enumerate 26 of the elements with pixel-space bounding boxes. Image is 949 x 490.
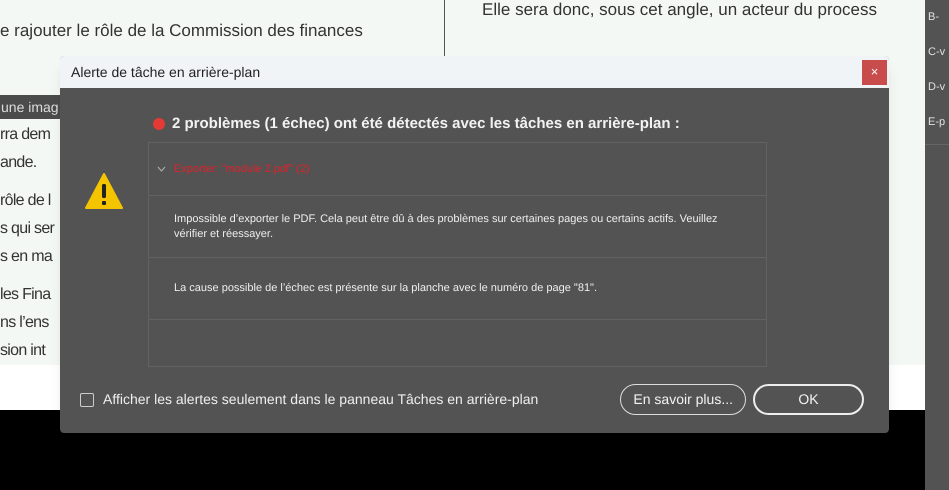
document-text: s en ma	[0, 247, 52, 267]
document-text: ande.	[0, 153, 37, 173]
document-text: Elle sera donc, sous cet angle, un acteur du process	[482, 0, 878, 20]
document-text: les Fina	[0, 285, 50, 305]
document-text: rra dem	[0, 125, 50, 145]
side-panel-item[interactable]: B-	[925, 0, 949, 35]
error-dot-icon	[153, 118, 165, 130]
message-text: Impossible d’exporter le PDF. Cela peut être dû à des problèmes sur certaines pages ou certains actifs. Veuillez vérifier et réessayer.	[174, 212, 719, 242]
alert-heading: 2 problèmes (1 échec) ont été détectés avec les tâches en arrière-plan :	[172, 114, 680, 134]
side-panel-item[interactable]: C-v	[925, 35, 949, 70]
close-button[interactable]: ×	[862, 60, 887, 85]
warning-icon	[85, 172, 123, 210]
message-text: La cause possible de l’échec est présente sur la planche avec le numéro de page "81".	[174, 281, 598, 296]
checkbox[interactable]	[80, 392, 94, 407]
checkbox-row[interactable]: Afficher les alertes seulement dans le panneau Tâches en arrière-plan	[80, 384, 538, 416]
document-text: sion int	[0, 341, 46, 361]
toolbar-text: une imag	[1, 98, 59, 117]
document-text: e rajouter le rôle de la Commission des finances	[0, 20, 364, 42]
side-panel-item[interactable]: E-p	[925, 105, 949, 140]
ok-button[interactable]: OK	[753, 384, 864, 416]
window-title: Alerte de tâche en arrière-plan	[71, 62, 260, 82]
document-text: rôle de l	[0, 191, 51, 211]
document-text: s qui ser	[0, 219, 54, 239]
side-panel-item[interactable]: D-v	[925, 70, 949, 105]
document-text: ns l’ens	[0, 313, 49, 333]
learn-more-button[interactable]: En savoir plus...	[620, 384, 746, 416]
